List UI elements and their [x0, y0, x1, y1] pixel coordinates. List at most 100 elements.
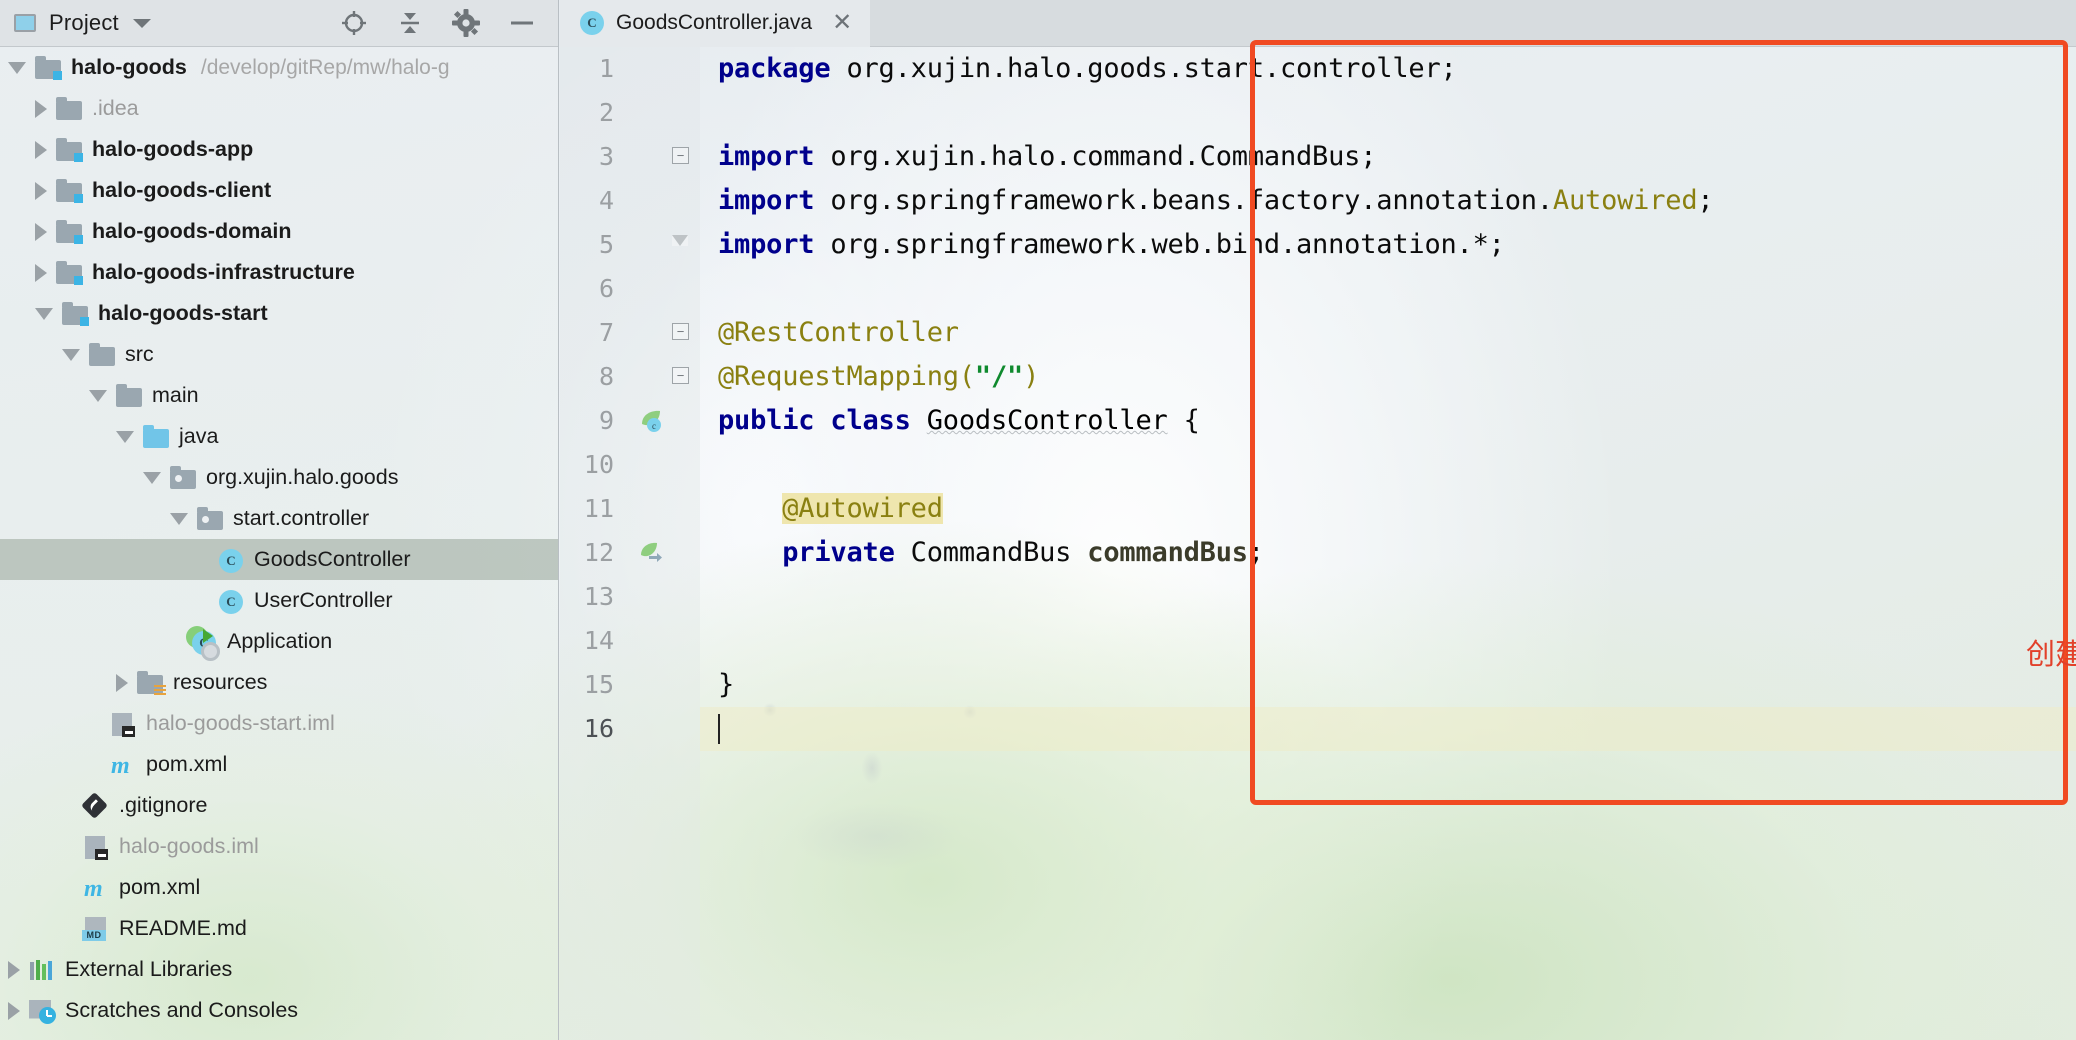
code-editor[interactable]: 1 2 3−4 5 6 7−8−9 c 10 11 12 13 14 15 16 package org.…	[560, 47, 2076, 1040]
fold-collapse-icon[interactable]: −	[672, 323, 689, 340]
minimize-icon[interactable]	[508, 9, 536, 37]
gutter-row[interactable]: 15	[560, 663, 700, 707]
tree-row-label: Scratches and Consoles	[65, 997, 299, 1022]
tree-row-pom-xml[interactable]: m pom.xml	[0, 744, 558, 785]
tree-row-start-controller[interactable]: start.controller	[0, 498, 558, 539]
code-line[interactable]: @RequestMapping("/")	[700, 355, 2076, 399]
project-tool-window: Project halo-goods/develop/gitRep/mw/hal…	[0, 0, 559, 1040]
close-icon[interactable]: ✕	[832, 11, 852, 35]
chevron-down-icon[interactable]	[62, 348, 80, 361]
chevron-down-icon[interactable]	[35, 307, 53, 320]
code-token: ;	[1697, 185, 1714, 216]
gutter-row[interactable]: 4	[560, 179, 700, 223]
collapse-all-icon[interactable]	[396, 9, 424, 37]
chevron-down-icon[interactable]	[143, 471, 161, 484]
maven-file-icon: m	[84, 875, 103, 902]
tree-row-halo-goods-start-iml[interactable]: halo-goods-start.iml	[0, 703, 558, 744]
code-line[interactable]: import org.xujin.halo.command.CommandBus…	[700, 135, 2076, 179]
code-line[interactable]	[700, 619, 2076, 663]
code-line[interactable]: @Autowired	[700, 487, 2076, 531]
tree-row-main[interactable]: main	[0, 375, 558, 416]
chevron-right-icon[interactable]	[35, 222, 47, 241]
chevron-right-icon[interactable]	[35, 181, 47, 200]
chevron-right-icon[interactable]	[35, 263, 47, 282]
tree-row-halo-goods-infrastructure[interactable]: halo-goods-infrastructure	[0, 252, 558, 293]
code-line[interactable]: @RestController	[700, 311, 2076, 355]
chevron-down-icon[interactable]	[170, 512, 188, 525]
locate-icon[interactable]	[340, 9, 368, 37]
tree-row-halo-goods-client[interactable]: halo-goods-client	[0, 170, 558, 211]
gear-icon[interactable]	[452, 9, 480, 37]
gutter-row[interactable]: 12	[560, 531, 700, 575]
tree-row-pom-xml[interactable]: m pom.xml	[0, 867, 558, 908]
project-tree[interactable]: halo-goods/develop/gitRep/mw/halo-g .idea…	[0, 47, 558, 1040]
code-line[interactable]: import org.springframework.beans.factory…	[700, 179, 2076, 223]
tree-row-halo-goods-domain[interactable]: halo-goods-domain	[0, 211, 558, 252]
gutter-row[interactable]: 6	[560, 267, 700, 311]
tree-row-java[interactable]: java	[0, 416, 558, 457]
tree-row-halo-goods[interactable]: halo-goods/develop/gitRep/mw/halo-g	[0, 47, 558, 88]
code-line[interactable]: private CommandBus commandBus;	[700, 531, 2076, 575]
iml-file-icon	[82, 835, 110, 860]
gutter-row[interactable]: 11	[560, 487, 700, 531]
chevron-down-icon[interactable]	[89, 389, 107, 402]
gutter-row[interactable]: 8−	[560, 355, 700, 399]
gutter-row[interactable]: 14	[560, 619, 700, 663]
autowired-gutter-icon[interactable]	[638, 540, 664, 566]
code-line[interactable]: public class GoodsController {	[700, 399, 2076, 443]
gutter-row[interactable]: 13	[560, 575, 700, 619]
gutter-row[interactable]: 7−	[560, 311, 700, 355]
gutter-row[interactable]: 9c	[560, 399, 700, 443]
chevron-right-icon[interactable]	[35, 99, 47, 118]
fold-collapse-icon[interactable]: −	[672, 147, 689, 164]
code-text-area[interactable]: package org.xujin.halo.goods.start.contr…	[700, 47, 2076, 1040]
git-file-icon	[81, 791, 110, 819]
code-line[interactable]	[700, 575, 2076, 619]
spring-bean-gutter-icon[interactable]: c	[638, 408, 664, 434]
editor-tab-bar: C GoodsController.java ✕	[560, 0, 2076, 47]
line-number: 6	[598, 274, 614, 303]
tree-row-label: pom.xml	[119, 874, 201, 899]
gutter-row[interactable]: 1	[560, 47, 700, 91]
gutter-row[interactable]: 16	[560, 707, 700, 751]
chevron-right-icon[interactable]	[116, 673, 128, 692]
fold-end-icon[interactable]	[672, 235, 688, 246]
chevron-down-icon[interactable]	[132, 18, 151, 28]
tree-row-goodscontroller[interactable]: C GoodsController	[0, 539, 558, 580]
tree-row-src[interactable]: src	[0, 334, 558, 375]
code-line[interactable]: import org.springframework.web.bind.anno…	[700, 223, 2076, 267]
tree-row-halo-goods-start[interactable]: halo-goods-start	[0, 293, 558, 334]
tree-row-halo-goods-iml[interactable]: halo-goods.iml	[0, 826, 558, 867]
chevron-down-icon[interactable]	[8, 61, 26, 74]
maven-file-icon: m	[111, 752, 130, 779]
tree-row-idea[interactable]: .idea	[0, 88, 558, 129]
chevron-down-icon[interactable]	[116, 430, 134, 443]
tree-row-org-xujin-halo-goods[interactable]: org.xujin.halo.goods	[0, 457, 558, 498]
code-line[interactable]	[700, 267, 2076, 311]
editor-tab-goodscontroller[interactable]: C GoodsController.java ✕	[560, 0, 871, 47]
code-line[interactable]	[700, 707, 2076, 751]
line-number: 16	[583, 714, 614, 743]
tree-row-usercontroller[interactable]: C UserController	[0, 580, 558, 621]
code-line[interactable]: package org.xujin.halo.goods.start.contr…	[700, 47, 2076, 91]
chevron-right-icon[interactable]	[35, 140, 47, 159]
code-line[interactable]: }	[700, 663, 2076, 707]
gutter-row[interactable]: 3−	[560, 135, 700, 179]
tree-row-scratches-and-consoles[interactable]: Scratches and Consoles	[0, 990, 558, 1031]
module-folder-icon	[55, 137, 83, 162]
code-line[interactable]	[700, 91, 2076, 135]
tree-row-halo-goods-app[interactable]: halo-goods-app	[0, 129, 558, 170]
tree-row-external-libraries[interactable]: External Libraries	[0, 949, 558, 990]
code-line[interactable]	[700, 443, 2076, 487]
tree-row-gitignore[interactable]: .gitignore	[0, 785, 558, 826]
chevron-right-icon[interactable]	[8, 960, 20, 979]
tree-row-application[interactable]: C Application	[0, 621, 558, 662]
editor-gutter[interactable]: 1 2 3−4 5 6 7−8−9 c 10 11 12 13 14 15 16	[560, 47, 700, 1040]
gutter-row[interactable]: 10	[560, 443, 700, 487]
fold-collapse-icon[interactable]: −	[672, 367, 689, 384]
gutter-row[interactable]: 2	[560, 91, 700, 135]
gutter-row[interactable]: 5	[560, 223, 700, 267]
chevron-right-icon[interactable]	[8, 1001, 20, 1020]
tree-row-resources[interactable]: resources	[0, 662, 558, 703]
tree-row-readme-md[interactable]: MD README.md	[0, 908, 558, 949]
